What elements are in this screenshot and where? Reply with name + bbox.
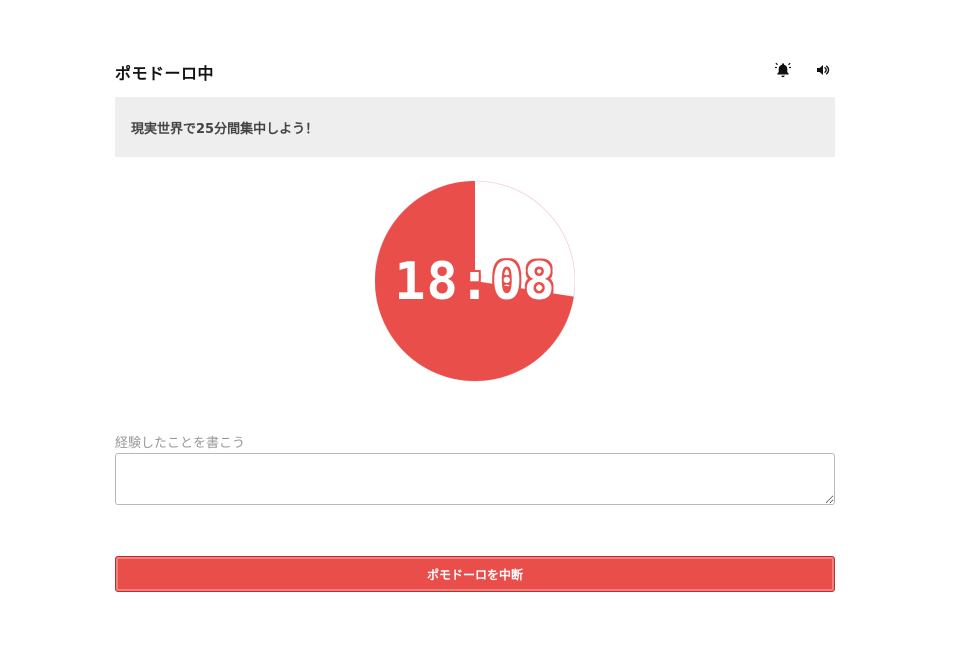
- pomodoro-page: ポモドーロ中 現実世界で25分間集中しよう！ 18:08 経験したことを書こう: [0, 0, 954, 655]
- message-text: 現実世界で25分間集中しよう！: [131, 122, 319, 137]
- message-box: 現実世界で25分間集中しよう！: [115, 97, 835, 157]
- bell-icon[interactable]: [774, 62, 792, 78]
- page-title: ポモドーロ中: [115, 64, 215, 83]
- header: ポモドーロ中: [115, 58, 835, 84]
- speaker-icon[interactable]: [815, 62, 831, 78]
- timer-display: 18:08: [394, 252, 556, 312]
- stop-pomodoro-button[interactable]: ポモドーロを中断: [115, 556, 835, 592]
- notes-textarea[interactable]: [115, 453, 835, 505]
- timer: 18:08: [375, 180, 575, 382]
- notes-label: 経験したことを書こう: [115, 436, 246, 451]
